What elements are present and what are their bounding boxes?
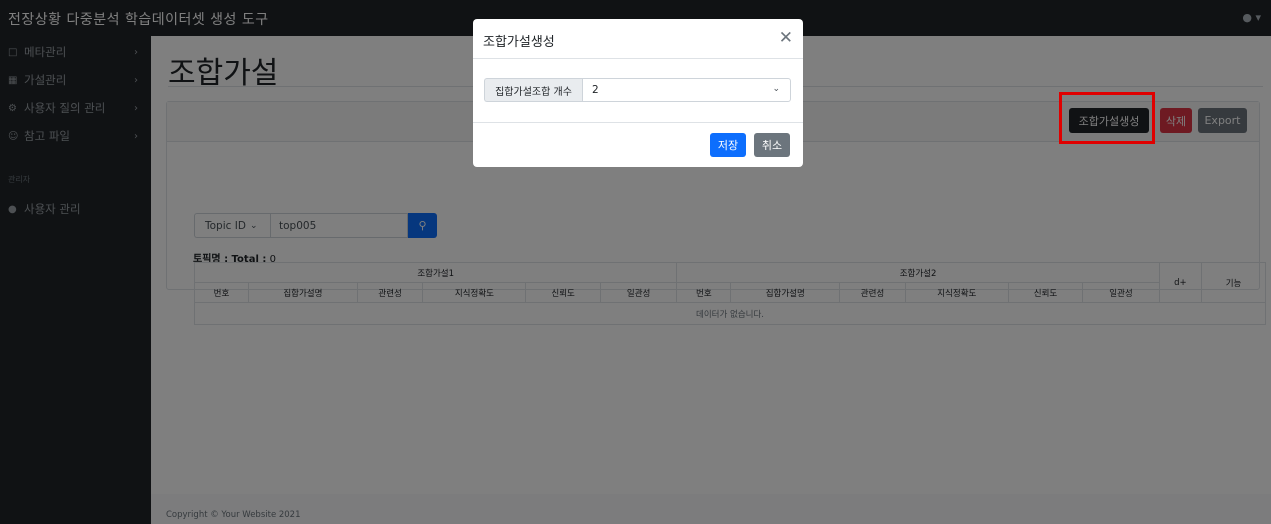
- combination-count-group: 집합가설조합 개수 2 ⌄: [484, 78, 791, 102]
- chevron-down-icon: ⌄: [772, 84, 780, 94]
- highlight-annotation: [1059, 92, 1155, 144]
- save-button[interactable]: 저장: [710, 133, 746, 157]
- close-icon[interactable]: ✕: [779, 28, 793, 48]
- combination-count-select[interactable]: 2 ⌄: [582, 78, 791, 102]
- divider: [473, 58, 803, 59]
- combination-count-label: 집합가설조합 개수: [484, 78, 582, 102]
- divider: [473, 122, 803, 123]
- create-combination-modal: 조합가설생성 ✕ 집합가설조합 개수 2 ⌄ 저장 취소: [473, 19, 803, 167]
- combination-count-value: 2: [592, 84, 599, 96]
- cancel-button[interactable]: 취소: [754, 133, 790, 157]
- modal-title: 조합가설생성: [483, 35, 555, 50]
